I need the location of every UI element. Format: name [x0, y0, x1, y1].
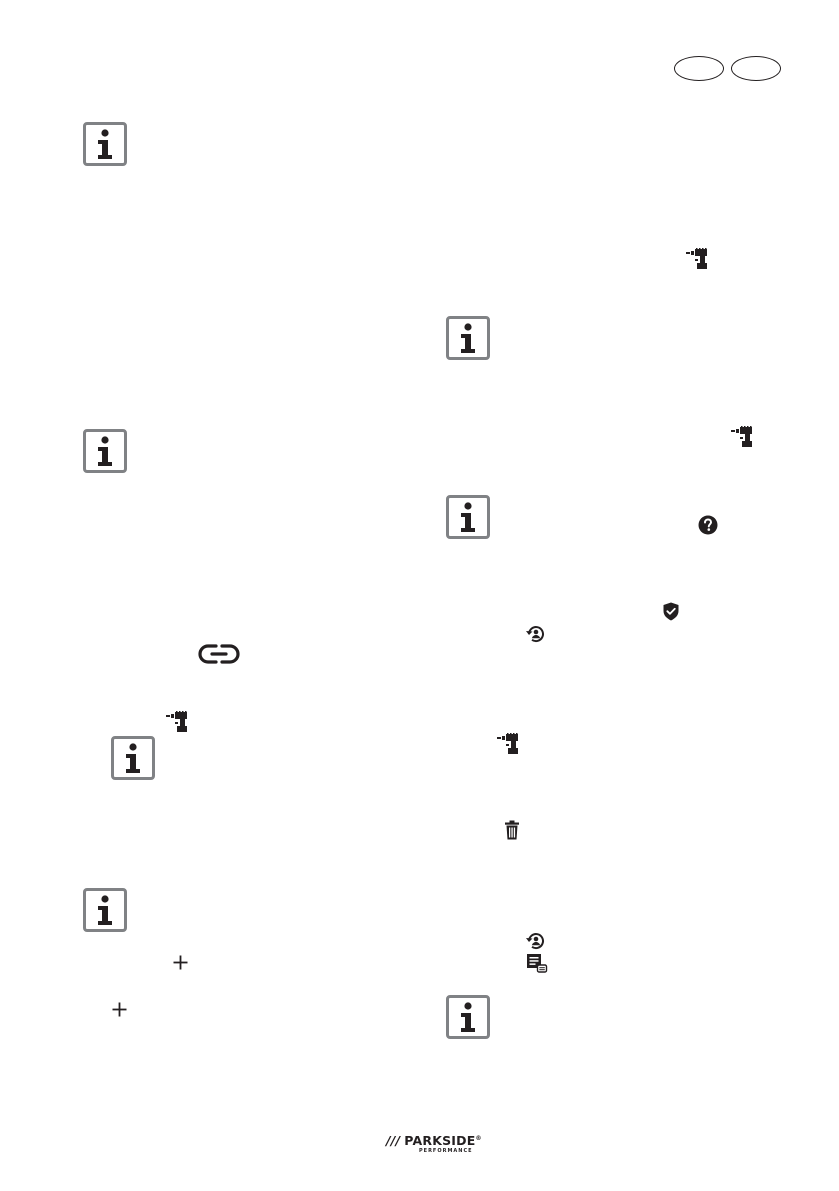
shield-check-icon: [663, 602, 679, 621]
brand-wordmark: PARKSIDE: [404, 1133, 476, 1148]
plus-icon: [112, 1002, 127, 1017]
info-icon: [83, 888, 127, 932]
brand-name: ///PARKSIDE®: [386, 1133, 482, 1148]
brand-trademark: ®: [475, 1134, 482, 1142]
help-icon: [698, 515, 718, 535]
brand-slashes: ///: [386, 1133, 401, 1148]
language-oval-right: [731, 56, 781, 81]
language-oval-left: [674, 56, 724, 81]
info-icon: [111, 736, 155, 780]
info-icon: [83, 122, 127, 166]
drill-icon: [166, 711, 187, 732]
link-icon: [198, 644, 240, 664]
info-icon: [446, 316, 490, 360]
info-icon: [446, 995, 490, 1039]
drill-icon: [686, 248, 707, 269]
account-sync-icon: [526, 626, 544, 643]
plus-icon: [173, 955, 188, 970]
drill-icon: [497, 733, 518, 754]
info-icon: [446, 495, 490, 539]
account-sync-icon: [526, 933, 544, 950]
info-icon: [83, 429, 127, 473]
trash-icon: [505, 820, 519, 840]
parkside-performance-logo: ///PARKSIDE® PERFORMANCE: [386, 1133, 486, 1157]
brand-subline: PERFORMANCE: [419, 1148, 473, 1154]
message-icon: [527, 954, 548, 973]
drill-icon: [731, 426, 752, 447]
